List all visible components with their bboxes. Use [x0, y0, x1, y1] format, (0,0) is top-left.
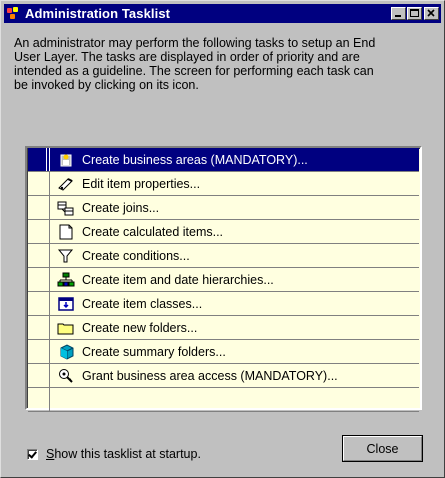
window-title: Administration Tasklist	[25, 6, 171, 21]
task-label: Create business areas (MANDATORY)...	[82, 152, 308, 167]
task-label: Create item classes...	[82, 296, 203, 311]
hierarchy-icon[interactable]	[57, 272, 75, 288]
calculated-item-icon[interactable]	[57, 224, 75, 240]
maximize-icon[interactable]	[407, 7, 422, 20]
task-list: Create business areas (MANDATORY)... Edi…	[25, 146, 422, 412]
close-icon[interactable]	[424, 7, 439, 20]
task-row-create-item-classes[interactable]: Create item classes...	[28, 292, 419, 316]
task-row-create-joins[interactable]: Create joins...	[28, 196, 419, 220]
grant-access-icon[interactable]	[57, 368, 75, 384]
task-row-grant-access[interactable]: Grant business area access (MANDATORY)..…	[28, 364, 419, 388]
task-row-create-business-areas[interactable]: Create business areas (MANDATORY)...	[28, 148, 419, 172]
show-at-startup-label-rest: how this tasklist at startup.	[54, 447, 201, 461]
show-at-startup-label[interactable]: Show this tasklist at startup.	[46, 447, 201, 461]
startup-option[interactable]: Show this tasklist at startup.	[27, 447, 201, 461]
close-button[interactable]: Close	[342, 435, 423, 462]
task-label: Edit item properties...	[82, 176, 201, 191]
task-row-create-hierarchies[interactable]: Create item and date hierarchies...	[28, 268, 419, 292]
task-row-create-calculated-items[interactable]: Create calculated items...	[28, 220, 419, 244]
condition-funnel-icon[interactable]	[57, 248, 75, 264]
task-label: Create conditions...	[82, 248, 190, 263]
task-row-edit-item-properties[interactable]: Edit item properties...	[28, 172, 419, 196]
task-row-create-summary-folders[interactable]: Create summary folders...	[28, 340, 419, 364]
app-icon	[7, 6, 21, 21]
summary-folder-icon[interactable]	[57, 343, 75, 360]
intro-text: An administrator may perform the followi…	[14, 36, 376, 92]
title-bar[interactable]: Administration Tasklist	[4, 4, 441, 23]
show-at-startup-checkbox[interactable]	[27, 448, 38, 460]
task-row-empty	[28, 388, 419, 412]
task-label: Grant business area access (MANDATORY)..…	[82, 368, 338, 383]
business-area-icon[interactable]	[57, 152, 75, 168]
folder-icon[interactable]	[57, 320, 75, 336]
task-row-create-conditions[interactable]: Create conditions...	[28, 244, 419, 268]
administration-tasklist-window: Administration Tasklist An administrator…	[0, 0, 445, 478]
window-controls	[390, 7, 439, 20]
task-label: Create item and date hierarchies...	[82, 272, 274, 287]
task-label: Create new folders...	[82, 320, 198, 335]
close-button-label: Close	[366, 441, 399, 456]
item-class-icon[interactable]	[57, 296, 75, 312]
task-label: Create calculated items...	[82, 224, 224, 239]
edit-item-icon[interactable]	[57, 176, 75, 192]
joins-icon[interactable]	[57, 200, 75, 216]
minimize-icon[interactable]	[391, 7, 406, 20]
task-row-create-new-folders[interactable]: Create new folders...	[28, 316, 419, 340]
task-label: Create joins...	[82, 200, 160, 215]
task-label: Create summary folders...	[82, 344, 226, 359]
